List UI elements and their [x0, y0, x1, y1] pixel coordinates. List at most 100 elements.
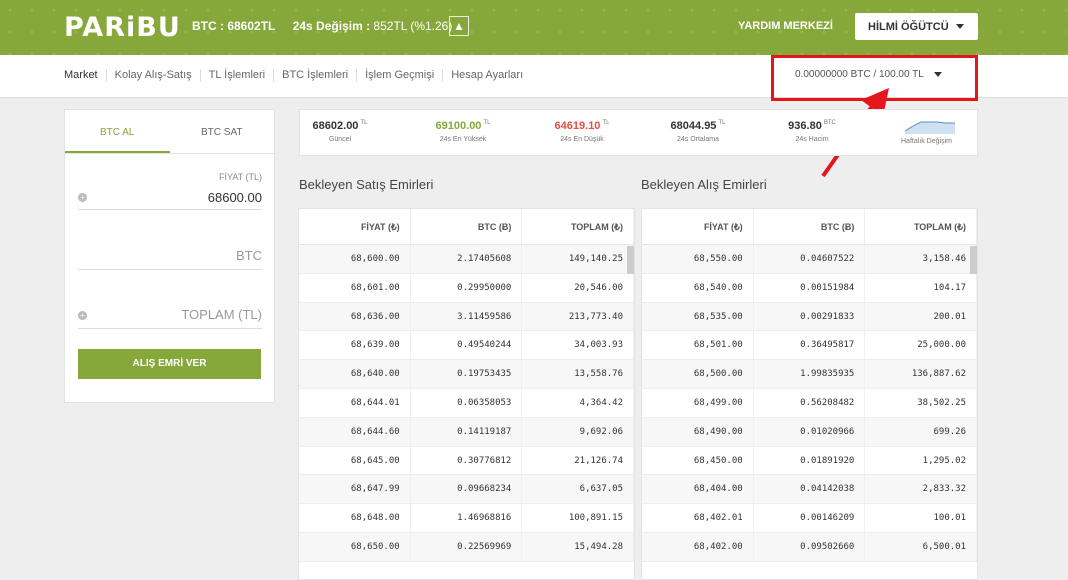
column-header-total[interactable]: TOPLAM (₺) — [522, 209, 634, 244]
btc-cell: 0.14119187 — [411, 417, 523, 446]
total-field[interactable]: + TOPLAM (TL) — [78, 305, 262, 329]
btc-cell: 0.04607522 — [754, 245, 866, 273]
btc-amount-field[interactable]: BTC — [78, 246, 262, 270]
total-cell: 136,887.62 — [865, 360, 977, 388]
table-row[interactable]: 68,535.00 0.00291833 200.01 — [642, 302, 977, 332]
btc-cell: 2.17405608 — [411, 245, 523, 273]
price-cell: 68,639.00 — [299, 331, 411, 360]
buy-orders-title: Bekleyen Alış Emirleri — [641, 177, 767, 192]
column-header-btc[interactable]: BTC (Ƀ) — [411, 209, 523, 244]
table-row[interactable]: 68,501.00 0.36495817 25,000.00 — [642, 331, 977, 361]
price-cell: 68,540.00 — [642, 273, 754, 302]
change-value: 852TL (%1.26) — [373, 19, 453, 33]
nav-item-account-settings[interactable]: Hesap Ayarları — [442, 69, 531, 82]
btc-cell: 0.19753435 — [411, 360, 523, 388]
total-cell: 9,692.06 — [522, 417, 634, 446]
column-header-price[interactable]: FİYAT (₺) — [299, 209, 411, 244]
change-label: 24s Değişim : 852TL (%1.26) — [292, 19, 453, 33]
btc-cell: 0.49540244 — [411, 331, 523, 360]
table-row[interactable]: 68,450.00 0.01891920 1,295.02 — [642, 446, 977, 476]
price-field[interactable]: FİYAT (TL) + 68600.00 — [78, 172, 262, 210]
table-row[interactable]: 68,490.00 0.01020966 699.26 — [642, 417, 977, 447]
table-row[interactable]: 68,404.00 0.04142038 2,833.32 — [642, 475, 977, 505]
table-row[interactable]: 68,647.99 0.09668234 6,637.05 — [299, 475, 634, 505]
sell-orders-title: Bekleyen Satış Emirleri — [299, 177, 434, 192]
btc-cell: 0.22569969 — [411, 532, 523, 561]
scrollbar[interactable] — [627, 246, 634, 274]
plus-icon[interactable]: + — [78, 311, 87, 320]
total-cell: 25,000.00 — [865, 331, 977, 360]
weekly-sparkline — [904, 121, 955, 134]
price-cell: 68,645.00 — [299, 446, 411, 475]
price-cell: 68,402.01 — [642, 504, 754, 532]
table-row[interactable]: 68,644.60 0.14119187 9,692.06 — [299, 417, 634, 447]
column-header-price[interactable]: FİYAT (₺) — [642, 209, 754, 244]
tab-btc-buy[interactable]: BTC AL — [65, 110, 170, 153]
table-row[interactable]: 68,648.00 1.46968816 100,891.15 — [299, 504, 634, 533]
table-row[interactable]: 68,540.00 0.00151984 104.17 — [642, 273, 977, 303]
table-row[interactable]: 68,402.01 0.00146209 100.01 — [642, 504, 977, 533]
top-bar: PARiBU BTC : 68602TL 24s Değişim : 852TL… — [0, 0, 1068, 55]
btc-cell: 0.06358053 — [411, 388, 523, 417]
nav-item-market[interactable]: Market — [64, 69, 106, 82]
price-cell: 68,404.00 — [642, 475, 754, 504]
total-cell: 2,833.32 — [865, 475, 977, 504]
chevron-up-icon[interactable]: ▲ — [449, 16, 469, 36]
price-cell: 68,601.00 — [299, 273, 411, 302]
table-row[interactable]: 68,645.00 0.30776812 21,126.74 — [299, 446, 634, 476]
total-cell: 1,295.02 — [865, 446, 977, 475]
table-row[interactable]: 68,650.00 0.22569969 15,494.28 — [299, 532, 634, 562]
table-row[interactable]: 68,600.00 2.17405608 149,140.25 — [299, 245, 634, 274]
btc-cell: 0.56208482 — [754, 388, 866, 417]
user-menu-button[interactable]: HİLMİ ÖĞÜTCÜ — [855, 13, 978, 40]
table-row[interactable]: 68,601.00 0.29950000 20,546.00 — [299, 273, 634, 303]
price-cell: 68,499.00 — [642, 388, 754, 417]
nav-item-tl-transactions[interactable]: TL İşlemleri — [199, 69, 273, 82]
column-header-btc[interactable]: BTC (Ƀ) — [754, 209, 866, 244]
price-cell: 68,490.00 — [642, 417, 754, 446]
total-cell: 21,126.74 — [522, 446, 634, 475]
place-buy-order-button[interactable]: ALIŞ EMRİ VER — [78, 349, 261, 379]
table-row[interactable]: 68,499.00 0.56208482 38,502.25 — [642, 388, 977, 418]
table-row[interactable]: 68,402.00 0.09502660 6,500.01 — [642, 532, 977, 562]
nav-item-history[interactable]: İşlem Geçmişi — [356, 69, 442, 82]
table-row[interactable]: 68,640.00 0.19753435 13,558.76 — [299, 360, 634, 389]
total-cell: 6,637.05 — [522, 475, 634, 504]
total-cell: 34,003.93 — [522, 331, 634, 360]
total-cell: 3,158.46 — [865, 245, 977, 273]
total-cell: 149,140.25 — [522, 245, 634, 273]
nav-item-btc-transactions[interactable]: BTC İşlemleri — [273, 69, 356, 82]
btc-cell: 0.04142038 — [754, 475, 866, 504]
price-cell: 68,600.00 — [299, 245, 411, 273]
total-cell: 104.17 — [865, 273, 977, 302]
column-header-total[interactable]: TOPLAM (₺) — [865, 209, 977, 244]
price-cell: 68,644.60 — [299, 417, 411, 446]
plus-icon[interactable]: + — [78, 193, 87, 202]
price-value: 68600.00 — [207, 190, 262, 205]
total-cell: 100.01 — [865, 504, 977, 532]
table-row[interactable]: 68,639.00 0.49540244 34,003.93 — [299, 331, 634, 361]
table-row[interactable]: 68,500.00 1.99835935 136,887.62 — [642, 360, 977, 389]
help-center-link[interactable]: YARDIM MERKEZİ — [738, 20, 833, 32]
btc-cell: 0.00151984 — [754, 273, 866, 302]
tab-btc-sell[interactable]: BTC SAT — [170, 110, 275, 153]
stat-high: 69100.00 TL 24s En Yüksek — [435, 120, 491, 143]
table-row[interactable]: 68,636.00 3.11459586 213,773.40 — [299, 302, 634, 332]
total-cell: 200.01 — [865, 302, 977, 331]
total-cell: 20,546.00 — [522, 273, 634, 302]
trade-tabs: BTC AL BTC SAT — [65, 110, 274, 154]
btc-cell: 0.00291833 — [754, 302, 866, 331]
nav-item-easy-trade[interactable]: Kolay Alış-Satış — [105, 69, 200, 82]
user-name: HİLMİ ÖĞÜTCÜ — [868, 20, 949, 33]
btc-cell: 1.46968816 — [411, 504, 523, 532]
sell-orders-table: FİYAT (₺) BTC (Ƀ) TOPLAM (₺) 68,600.00 2.… — [298, 208, 635, 580]
stat-average: 68044.95 TL 24s Ortalama — [670, 120, 726, 143]
price-cell: 68,640.00 — [299, 360, 411, 388]
btc-cell: 0.29950000 — [411, 273, 523, 302]
table-row[interactable]: 68,644.01 0.06358053 4,364.42 — [299, 388, 634, 418]
paribu-logo[interactable]: PARiBU — [64, 12, 181, 43]
table-row[interactable]: 68,550.00 0.04607522 3,158.46 — [642, 245, 977, 274]
total-cell: 6,500.01 — [865, 532, 977, 561]
scrollbar[interactable] — [970, 246, 977, 274]
weekly-change-label: Haftalık Değişim — [901, 138, 952, 145]
